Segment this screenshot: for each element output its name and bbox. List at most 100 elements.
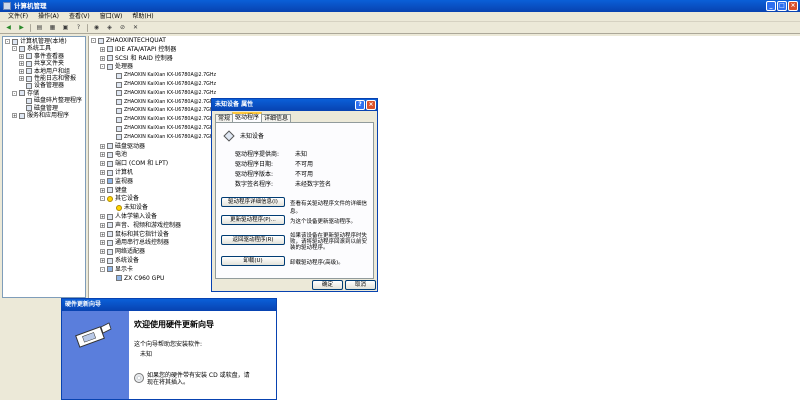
tree-item[interactable]: - 存储 [12,90,39,97]
expand-icon[interactable]: + [100,170,105,175]
tree-item[interactable]: + 电池 [100,151,127,158]
tree-item-label: 事件查看器 [34,52,65,60]
tree-item[interactable]: - 显示卡 [100,266,133,273]
tree-item[interactable]: + 人体学输入设备 [100,213,157,220]
console-tree[interactable]: - 计算机管理(本地) - 系统工具 + 事件查看器 + 共享文件夹 + 本地用户和组 + 性能日志和… [2,36,86,298]
expand-icon[interactable]: + [100,214,105,219]
warn-icon [116,204,122,211]
tree-item[interactable]: + 性能日志和警报 [19,75,76,82]
tab-general[interactable]: 常规 [215,114,234,122]
tree-item[interactable]: - 处理器 [100,63,133,70]
tree-item[interactable]: 未知设备 [109,204,148,211]
menu-help[interactable]: 帮助(H) [132,12,153,21]
tree-item[interactable]: + 监视器 [100,178,133,185]
tree-item-label: SCSI 和 RAID 控制器 [115,54,173,62]
uninstall-button[interactable]: 卸载(U) [221,256,285,266]
tree-item[interactable]: + 事件查看器 [19,53,64,60]
tree-item[interactable]: + 本地用户和组 [19,68,70,75]
maximize-button[interactable]: □ [777,1,787,11]
tab-driver[interactable]: 驱动程序 [232,112,263,122]
dialog-help-button[interactable]: ? [355,100,365,110]
forward-arrow-icon[interactable]: ▶ [17,23,26,32]
tree-item[interactable]: - 系统工具 [12,45,51,52]
show-hide-tree-icon[interactable]: ▤ [35,23,44,32]
update-driver-button[interactable]: 更新驱动程序(P)... [221,215,285,225]
expand-icon[interactable]: + [12,113,17,118]
expand-icon[interactable]: + [100,161,105,167]
expand-icon[interactable]: + [19,76,24,81]
disable-icon[interactable]: ⊘ [118,23,127,32]
expand-icon[interactable]: + [100,249,105,255]
tree-item[interactable]: - ZHAOXINTECHQUAT [91,37,166,44]
help-icon[interactable]: ? [74,23,83,32]
expand-icon[interactable]: + [100,55,105,61]
driver-details-button[interactable]: 驱动程序详细信息(I) [221,197,285,207]
close-button[interactable]: × [788,1,798,11]
menu-action[interactable]: 操作(A) [38,12,59,21]
tree-item[interactable]: - 其它设备 [100,195,139,202]
tree-item[interactable]: ZHAOXIN KaiXian KX-U6780A@2.7GHz [109,107,216,114]
back-arrow-icon[interactable]: ◀ [4,23,13,32]
expand-icon[interactable]: + [19,61,24,67]
properties-icon[interactable]: ▦ [48,23,57,32]
collapse-icon[interactable]: - [100,196,105,202]
tree-item[interactable]: + 鼠标和其它指针设备 [100,231,169,238]
expand-icon[interactable]: + [100,231,105,237]
tree-item[interactable]: + 网络适配器 [100,248,145,255]
uninstall-icon[interactable]: ✕ [131,23,140,32]
tree-item[interactable]: ZHAOXIN KaiXian KX-U6780A@2.7GHz [109,99,216,106]
tree-item[interactable]: 磁盘碎片整理程序 [19,97,82,104]
tree-item[interactable]: + 键盘 [100,187,127,194]
expand-icon[interactable]: + [100,178,105,184]
device-icon [107,213,113,220]
tree-item[interactable]: ZHAOXIN KaiXian KX-U6780A@2.7GHz [109,72,216,79]
print-icon[interactable]: ▣ [61,23,70,32]
tree-item[interactable]: + SCSI 和 RAID 控制器 [100,55,173,62]
tree-item[interactable]: ZHAOXIN KaiXian KX-U6780A@2.7GHz [109,125,216,132]
tree-item[interactable]: - 计算机管理(本地) [5,38,67,45]
tree-item[interactable]: + 共享文件夹 [19,60,64,67]
expand-icon[interactable]: + [100,258,105,263]
tree-item[interactable]: + 通用串行总线控制器 [100,239,169,246]
tree-item[interactable]: + 系统设备 [100,257,139,264]
tree-item[interactable]: + 磁盘驱动器 [100,143,145,150]
rollback-driver-button[interactable]: 返回驱动程序(R) [221,235,285,245]
minimize-button[interactable]: _ [766,1,776,11]
tree-item[interactable]: + IDE ATA/ATAPI 控制器 [100,46,176,53]
expand-icon[interactable]: + [100,46,105,52]
expand-icon[interactable]: + [19,53,24,59]
collapse-icon[interactable]: - [12,90,17,96]
collapse-icon[interactable]: - [100,64,105,70]
collapse-icon[interactable]: - [12,46,17,52]
menu-file[interactable]: 文件(F) [8,12,28,21]
tree-item[interactable]: 设备管理器 [19,82,64,89]
collapse-icon[interactable]: - [100,266,105,272]
menu-view[interactable]: 查看(V) [69,12,90,21]
collapse-icon[interactable]: - [5,39,10,44]
tree-item[interactable]: + 声音、视频和游戏控制器 [100,222,181,229]
tree-item[interactable]: 磁盘管理 [19,105,58,112]
tree-item[interactable]: + 计算机 [100,169,133,176]
expand-icon[interactable]: + [100,240,105,246]
expand-icon[interactable]: + [100,187,105,193]
update-driver-icon[interactable]: ◈ [105,23,114,32]
expand-icon[interactable]: + [100,222,105,228]
dialog-close-button[interactable]: × [366,100,376,110]
tree-item[interactable]: ZX C960 GPU [109,275,164,282]
cancel-button[interactable]: 取消 [345,280,376,290]
expand-icon[interactable]: + [100,152,105,158]
tab-details[interactable]: 详细信息 [261,114,292,122]
tree-item[interactable]: ZHAOXIN KaiXian KX-U6780A@2.7GHz [109,90,216,97]
expand-icon[interactable]: + [100,143,105,149]
collapse-icon[interactable]: - [91,38,96,43]
scan-hardware-icon[interactable]: ◉ [92,23,101,32]
ok-button[interactable]: 确定 [312,280,343,290]
tree-item[interactable]: + 端口 (COM 和 LPT) [100,160,168,167]
tree-item[interactable]: ZHAOXIN KaiXian KX-U6780A@2.7GHz [109,134,216,141]
tree-item[interactable]: ZHAOXIN KaiXian KX-U6780A@2.7GHz [109,81,216,88]
menu-window[interactable]: 窗口(W) [100,12,123,21]
expand-icon[interactable]: + [19,68,24,74]
tree-item[interactable]: + 服务和应用程序 [12,112,69,119]
cd-icon [134,373,144,383]
tree-item[interactable]: ZHAOXIN KaiXian KX-U6780A@2.7GHz [109,116,216,123]
